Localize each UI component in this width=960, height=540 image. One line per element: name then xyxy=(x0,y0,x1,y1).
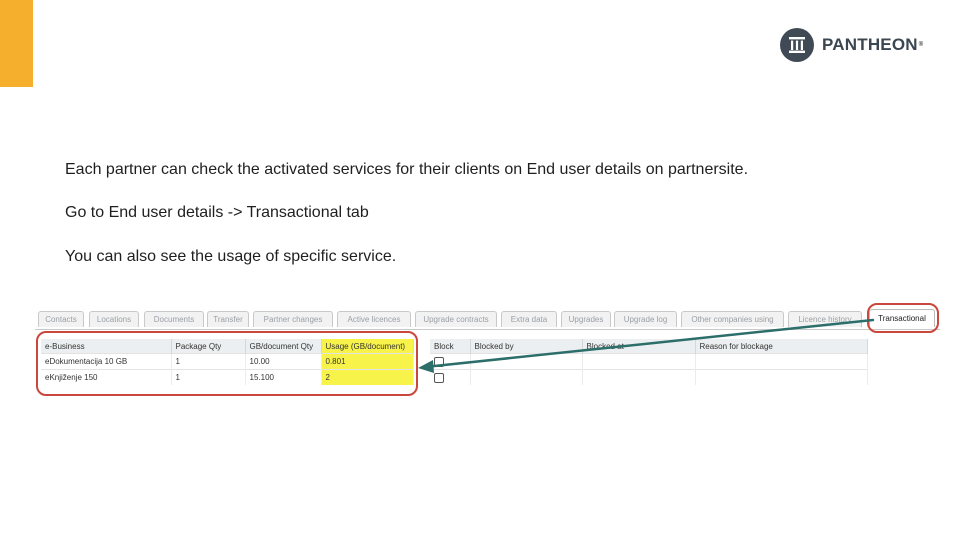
column-header-reason-for-blockage[interactable]: Reason for blockage xyxy=(695,339,868,354)
tab-documents[interactable]: Documents xyxy=(144,311,204,327)
tab-upgrade-contracts[interactable]: Upgrade contracts xyxy=(415,311,497,327)
tab-upgrades[interactable]: Upgrades xyxy=(561,311,611,327)
pillar-logo-icon xyxy=(780,28,814,62)
tab-transfer[interactable]: Transfer xyxy=(207,311,249,327)
intro-paragraph: Each partner can check the activated ser… xyxy=(65,161,749,178)
callout-arrow xyxy=(418,318,875,373)
block-checkbox[interactable] xyxy=(434,372,444,383)
tab-active-licences[interactable]: Active licences xyxy=(337,311,411,327)
usage-note: You can also see the usage of specific s… xyxy=(65,248,397,265)
services-highlight-ring xyxy=(36,331,418,396)
tab-strip: Contacts Locations Documents Transfer Pa… xyxy=(35,309,940,329)
tab-partner-changes[interactable]: Partner changes xyxy=(253,311,333,327)
column-header-blocked-by[interactable]: Blocked by xyxy=(470,339,583,354)
transactional-tab-highlight-ring xyxy=(867,303,939,333)
column-header-block[interactable]: Block xyxy=(430,339,471,354)
tab-locations[interactable]: Locations xyxy=(89,311,139,327)
tab-upgrade-log[interactable]: Upgrade log xyxy=(614,311,677,327)
accent-bar xyxy=(0,0,33,87)
brand-trademark: ® xyxy=(918,42,924,48)
block-checkbox[interactable] xyxy=(434,356,444,367)
column-header-blocked-at[interactable]: Blocked at xyxy=(582,339,696,354)
block-checkbox-cell xyxy=(430,353,471,370)
table-row xyxy=(430,353,868,370)
tab-extra-data[interactable]: Extra data xyxy=(501,311,557,327)
tab-other-companies-using[interactable]: Other companies using xyxy=(681,311,784,327)
brand-name: PANTHEON xyxy=(822,35,918,54)
end-user-details-screenshot: Contacts Locations Documents Transfer Pa… xyxy=(35,301,940,397)
table-row xyxy=(430,369,868,385)
tab-licence-history[interactable]: Licence history xyxy=(788,311,862,327)
tab-strip-border xyxy=(35,329,940,330)
pantheon-logo: PANTHEON ® xyxy=(780,27,923,63)
navigation-instruction: Go to End user details -> Transactional … xyxy=(65,204,369,221)
blockage-header-row: Block Blocked by Blocked at Reason for b… xyxy=(430,339,868,354)
tab-contacts[interactable]: Contacts xyxy=(38,311,84,327)
blockage-table: Block Blocked by Blocked at Reason for b… xyxy=(430,339,868,385)
block-checkbox-cell xyxy=(430,369,471,385)
